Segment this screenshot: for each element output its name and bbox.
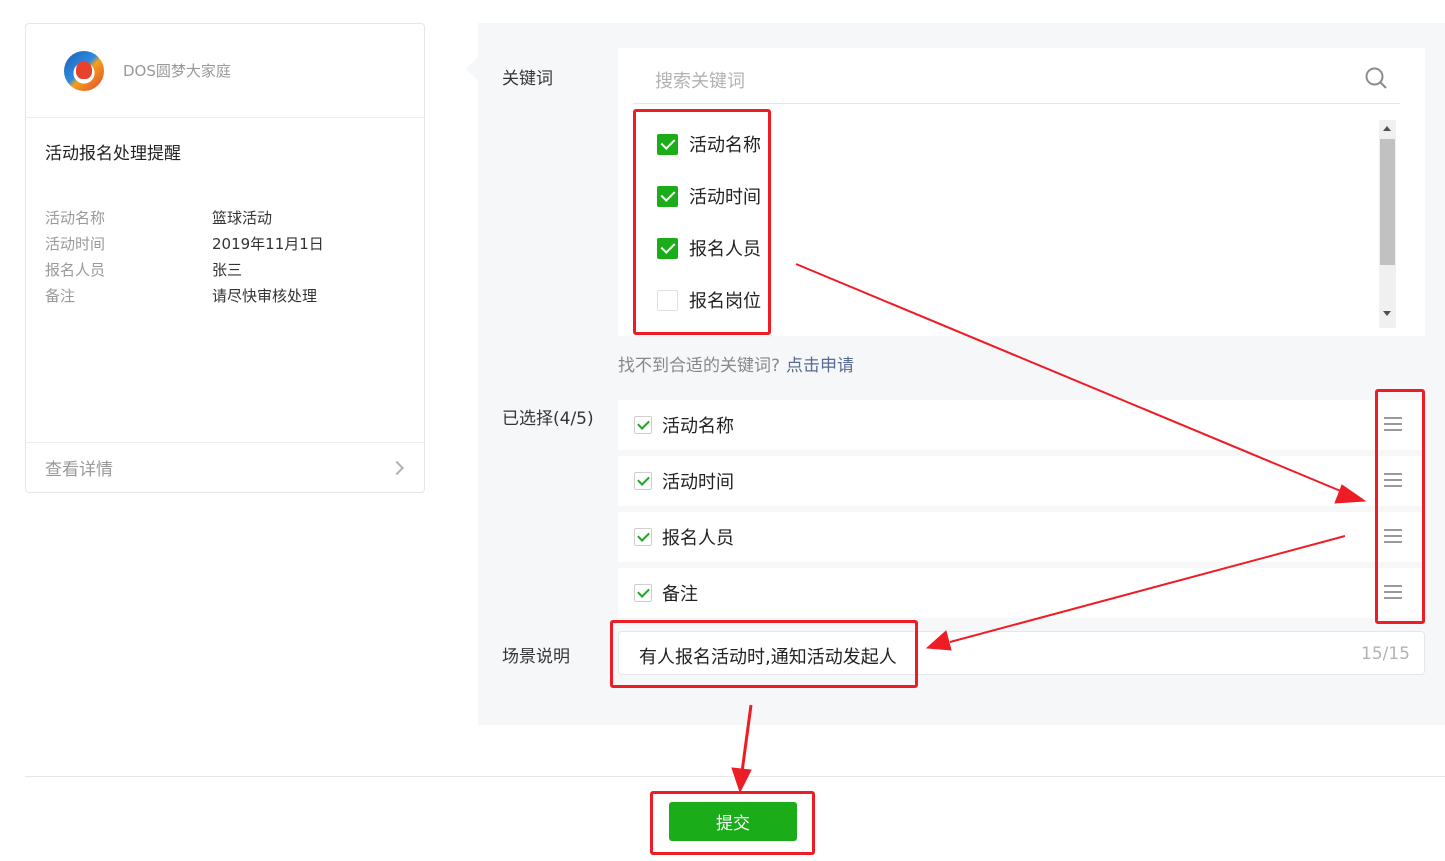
- drag-handle-icon[interactable]: [1384, 473, 1402, 487]
- card-field-row: 报名人员 张三: [45, 256, 405, 282]
- selected-keyword-row[interactable]: 备注: [618, 568, 1425, 618]
- drag-handle-icon[interactable]: [1384, 529, 1402, 543]
- view-details-label: 查看详情: [45, 460, 113, 480]
- checkmark-icon[interactable]: [634, 416, 652, 434]
- selected-keyword-label: 活动时间: [662, 472, 734, 493]
- chevron-right-icon: [389, 460, 405, 475]
- template-settings-page: DOS圆梦大家庭 活动报名处理提醒 活动名称 篮球活动 活动时间 2019年11…: [0, 0, 1445, 861]
- checkbox-checked-icon[interactable]: [657, 133, 678, 155]
- annotation-arrowhead: [731, 767, 752, 794]
- view-details-link[interactable]: 查看详情: [26, 442, 424, 492]
- scroll-down-arrow-icon[interactable]: [1383, 311, 1391, 316]
- keyword-option[interactable]: 活动时间: [657, 170, 761, 222]
- field-label: 活动时间: [45, 234, 106, 253]
- panel-pointer: [466, 57, 478, 81]
- search-icon[interactable]: [1364, 66, 1388, 90]
- field-label: 活动名称: [45, 208, 106, 227]
- keyword-option-label: 报名人员: [689, 239, 761, 260]
- field-label: 报名人员: [45, 260, 106, 279]
- card-field-row: 活动名称 篮球活动: [45, 204, 405, 230]
- search-placeholder: 搜索关键词: [655, 71, 745, 92]
- card-title: 活动报名处理提醒: [45, 144, 181, 164]
- footer-divider: [25, 776, 1445, 777]
- selected-label: 已选择(4/5): [502, 409, 594, 429]
- field-value: 请尽快审核处理: [212, 286, 318, 305]
- scrollbar-thumb[interactable]: [1380, 139, 1395, 265]
- org-name: DOS圆梦大家庭: [123, 62, 231, 80]
- checkmark-icon[interactable]: [634, 472, 652, 490]
- card-header: DOS圆梦大家庭: [26, 24, 424, 118]
- card-field-row: 备注 请尽快审核处理: [45, 282, 405, 308]
- keyword-option[interactable]: 活动名称: [657, 118, 761, 170]
- submit-button[interactable]: 提交: [669, 802, 797, 841]
- keyword-option-label: 报名岗位: [689, 291, 761, 312]
- field-label: 备注: [45, 286, 76, 305]
- drag-handle-icon[interactable]: [1384, 417, 1402, 431]
- field-value: 张三: [212, 260, 243, 279]
- keyword-option[interactable]: 报名人员: [657, 222, 761, 274]
- keyword-options: 活动名称 活动时间 报名人员 报名岗位: [657, 118, 761, 326]
- checkbox-unchecked-icon[interactable]: [657, 289, 678, 311]
- checkmark-icon[interactable]: [634, 528, 652, 546]
- keyword-picker: 搜索关键词 活动名称 活动时间 报名人员 报名岗位: [618, 48, 1425, 336]
- apply-keyword-link[interactable]: 点击申请: [786, 356, 854, 376]
- keyword-option-label: 活动名称: [689, 135, 761, 156]
- checkbox-checked-icon[interactable]: [657, 185, 678, 207]
- selected-keyword-label: 活动名称: [662, 416, 734, 437]
- keyword-search-input[interactable]: 搜索关键词: [633, 48, 1400, 104]
- selected-keyword-row[interactable]: 报名人员: [618, 512, 1425, 562]
- message-preview-card: DOS圆梦大家庭 活动报名处理提醒 活动名称 篮球活动 活动时间 2019年11…: [25, 23, 425, 493]
- selected-keyword-row[interactable]: 活动时间: [618, 456, 1425, 506]
- keyword-hint: 找不到合适的关键词? 点击申请: [618, 351, 854, 376]
- keyword-list-scrollbar[interactable]: [1379, 120, 1396, 328]
- field-value: 2019年11月1日: [212, 234, 324, 253]
- keyword-option[interactable]: 报名岗位: [657, 274, 761, 326]
- keyword-option-label: 活动时间: [689, 187, 761, 208]
- selected-keyword-label: 备注: [662, 584, 698, 605]
- selected-keyword-row[interactable]: 活动名称: [618, 400, 1425, 450]
- card-field-row: 活动时间 2019年11月1日: [45, 230, 405, 256]
- checkmark-icon[interactable]: [634, 584, 652, 602]
- scene-description-value: 有人报名活动时,通知活动发起人: [639, 647, 897, 668]
- keywords-label: 关键词: [502, 69, 553, 89]
- card-fields: 活动名称 篮球活动 活动时间 2019年11月1日 报名人员 张三 备注 请尽快…: [45, 204, 405, 308]
- scene-label: 场景说明: [502, 647, 570, 667]
- selected-keywords-list: 活动名称 活动时间 报名人员 备注: [618, 400, 1425, 624]
- selected-keyword-label: 报名人员: [662, 528, 734, 549]
- scene-description-input[interactable]: 有人报名活动时,通知活动发起人 15/15: [618, 631, 1425, 675]
- scroll-up-arrow-icon[interactable]: [1383, 126, 1391, 131]
- character-counter: 15/15: [1361, 644, 1410, 664]
- org-logo: [64, 50, 104, 91]
- drag-handle-icon[interactable]: [1384, 585, 1402, 599]
- hint-text: 找不到合适的关键词?: [618, 356, 781, 376]
- field-value: 篮球活动: [212, 208, 273, 227]
- checkbox-checked-icon[interactable]: [657, 237, 678, 259]
